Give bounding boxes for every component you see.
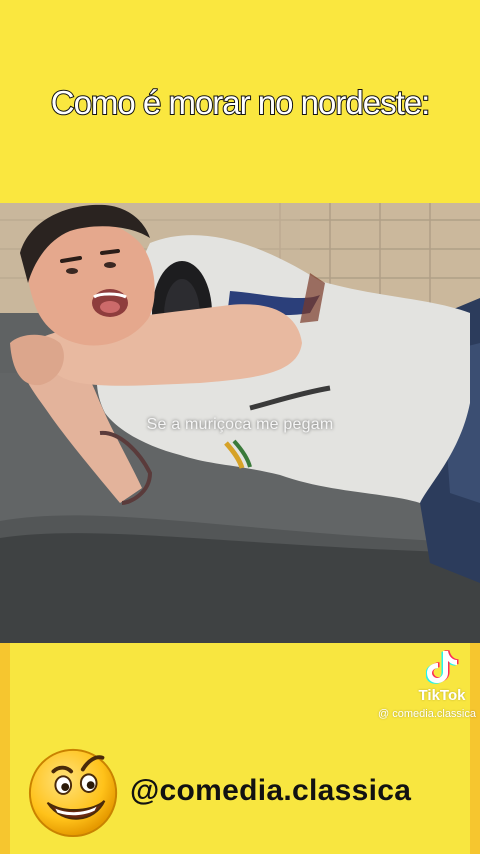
video-subtitle: Se a muriçoca me pegam — [146, 416, 334, 433]
tiktok-username: @ comedia.classica — [378, 708, 476, 720]
smirking-face-emoji — [28, 748, 118, 838]
footer-handle: @comedia.classica — [130, 774, 412, 807]
tiktok-note-icon — [426, 650, 459, 684]
tiktok-brand-label: TikTok — [418, 687, 466, 704]
left-stripe — [0, 643, 10, 854]
right-stripe — [470, 643, 480, 854]
page-title: Como é morar no nordeste: — [50, 83, 432, 122]
